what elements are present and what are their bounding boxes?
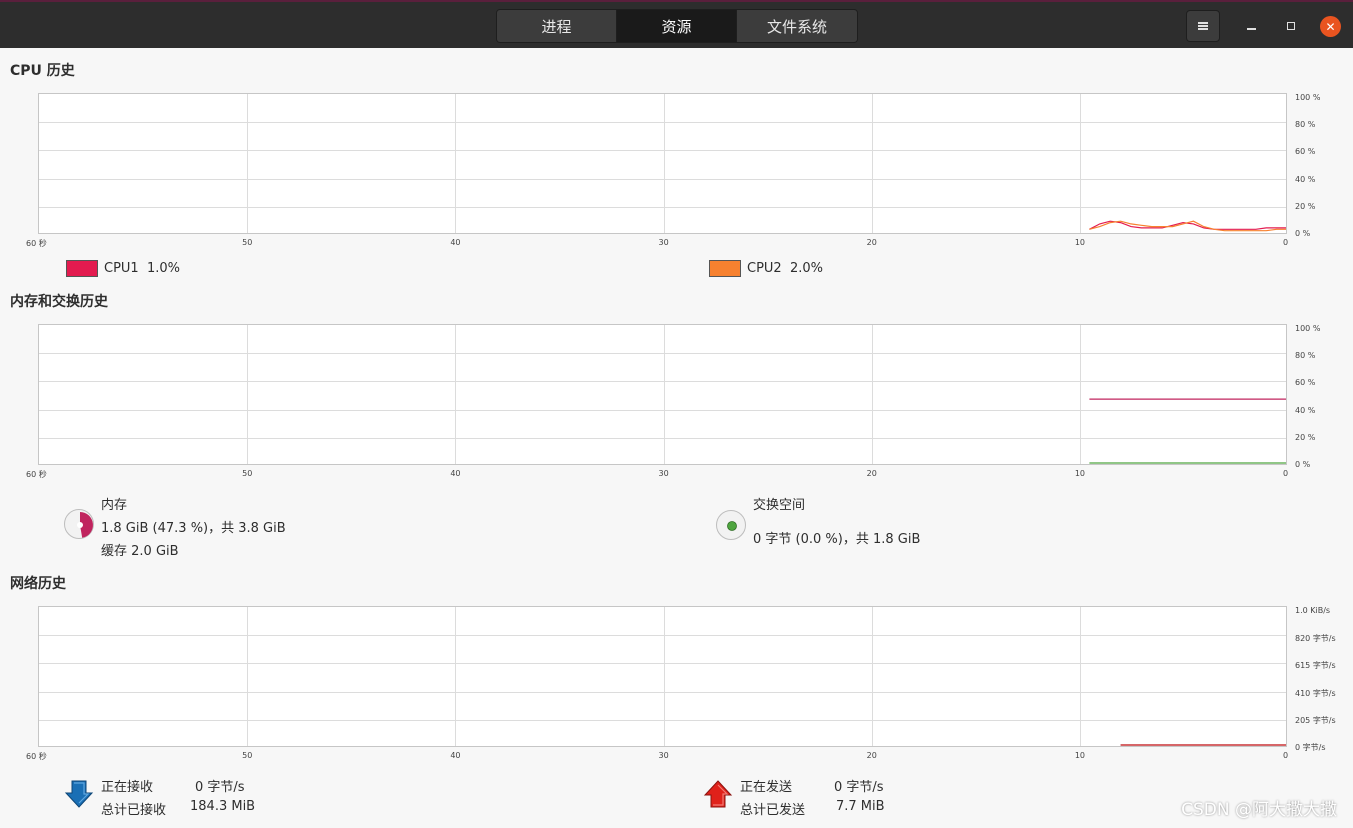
memory-label: 内存 <box>101 498 128 513</box>
y-tick-label: 0 % <box>1295 229 1311 238</box>
maximize-button[interactable] <box>1281 16 1301 36</box>
memory-pie-center <box>77 522 83 528</box>
close-button[interactable]: ✕ <box>1320 16 1341 37</box>
x-tick-label: 40 <box>450 469 461 478</box>
memory-detail: 1.8 GiB (47.3 %)，共 3.8 GiB <box>101 521 286 536</box>
swap-usage-pie[interactable] <box>716 510 746 540</box>
x-tick-label: 50 <box>242 469 253 478</box>
tab-resources[interactable]: 资源 <box>617 10 737 42</box>
network-graph <box>38 606 1287 747</box>
swap-label: 交换空间 <box>753 498 806 513</box>
x-tick-label: 60 秒 <box>26 239 47 248</box>
x-tick-label: 60 秒 <box>26 752 47 761</box>
receive-total-label: 总计已接收 <box>101 803 167 818</box>
y-tick-label: 60 % <box>1295 147 1316 157</box>
y-tick-label: 100 % <box>1295 93 1321 102</box>
send-arrow-icon[interactable] <box>703 779 733 809</box>
receive-rate: 0 字节/s <box>195 780 245 795</box>
header-bar: 进程 资源 文件系统 ✕ <box>0 0 1353 48</box>
receive-arrow-icon[interactable] <box>64 779 94 809</box>
minimize-button[interactable] <box>1241 16 1261 36</box>
y-tick-label: 0 % <box>1295 460 1311 469</box>
x-tick-label: 40 <box>450 238 461 247</box>
receive-label: 正在接收 <box>101 780 154 795</box>
memory-pie-chart <box>77 512 93 538</box>
x-tick-label: 30 <box>658 238 669 247</box>
close-icon: ✕ <box>1325 19 1336 34</box>
x-tick-label: 0 <box>1283 469 1289 478</box>
x-tick-label: 30 <box>658 469 669 478</box>
x-tick-label: 60 秒 <box>26 470 47 479</box>
x-tick-label: 40 <box>450 751 461 760</box>
cpu2-legend: CPU2 2.0% <box>747 261 823 276</box>
y-tick-label: 820 字节/s <box>1295 634 1336 644</box>
send-label: 正在发送 <box>740 780 793 795</box>
cpu2-label: CPU2 <box>747 261 782 276</box>
hamburger-menu-button[interactable] <box>1186 10 1220 42</box>
x-tick-label: 20 <box>866 469 877 478</box>
memory-graph <box>38 324 1287 465</box>
cpu1-color-swatch[interactable] <box>66 260 98 277</box>
memory-plot-area <box>1089 398 1286 464</box>
x-tick-label: 10 <box>1074 469 1086 478</box>
send-total: 7.7 MiB <box>836 799 885 814</box>
cpu-plot-area <box>1089 220 1286 232</box>
swap-detail: 0 字节 (0.0 %)，共 1.8 GiB <box>753 532 921 547</box>
watermark: CSDN @阿大撒大撒 <box>1181 800 1337 820</box>
x-tick-label: 10 <box>1074 238 1086 247</box>
x-tick-label: 50 <box>242 238 253 247</box>
swap-pie-chart <box>727 521 737 531</box>
x-tick-label: 20 <box>866 238 877 247</box>
swap-pie-center <box>727 521 737 531</box>
cpu-section-title: CPU 历史 <box>10 63 75 79</box>
y-tick-label: 1.0 KiB/s <box>1295 606 1331 615</box>
cpu-graph <box>38 93 1287 234</box>
y-tick-label: 100 % <box>1295 324 1321 333</box>
y-tick-label: 40 % <box>1295 405 1316 415</box>
memory-usage-pie[interactable] <box>64 509 94 539</box>
y-tick-label: 20 % <box>1295 432 1316 442</box>
x-tick-label: 30 <box>658 751 669 760</box>
y-tick-label: 205 字节/s <box>1295 715 1336 725</box>
y-tick-label: 0 字节/s <box>1295 743 1326 752</box>
receive-total: 184.3 MiB <box>190 799 256 814</box>
x-tick-label: 0 <box>1283 238 1289 247</box>
send-total-label: 总计已发送 <box>740 803 806 818</box>
tab-processes[interactable]: 进程 <box>497 10 617 42</box>
send-rate: 0 字节/s <box>834 780 884 795</box>
x-tick-label: 10 <box>1074 751 1086 760</box>
cpu1-legend: CPU1 1.0% <box>104 261 180 276</box>
x-tick-label: 20 <box>866 751 877 760</box>
memory-section-title: 内存和交换历史 <box>10 294 108 310</box>
x-tick-label: 0 <box>1283 751 1289 760</box>
tab-file-systems[interactable]: 文件系统 <box>737 10 857 42</box>
x-tick-label: 50 <box>242 751 253 760</box>
cpu1-value: 1.0% <box>146 261 180 276</box>
memory-cache: 缓存 2.0 GiB <box>101 544 179 559</box>
y-tick-label: 20 % <box>1295 201 1316 211</box>
network-plot-area <box>1120 744 1286 746</box>
cpu2-color-swatch[interactable] <box>709 260 741 277</box>
minimize-icon <box>1246 28 1256 30</box>
y-tick-label: 80 % <box>1295 120 1316 130</box>
hamburger-icon <box>1198 25 1208 27</box>
y-tick-label: 60 % <box>1295 378 1316 388</box>
y-tick-label: 80 % <box>1295 351 1316 361</box>
network-section-title: 网络历史 <box>10 576 66 592</box>
maximize-icon <box>1287 22 1295 30</box>
y-tick-label: 615 字节/s <box>1295 661 1336 671</box>
y-tick-label: 410 字节/s <box>1295 688 1336 698</box>
cpu2-value: 2.0% <box>789 261 823 276</box>
cpu1-label: CPU1 <box>104 261 139 276</box>
y-tick-label: 40 % <box>1295 174 1316 184</box>
view-switcher: 进程 资源 文件系统 <box>496 9 858 43</box>
